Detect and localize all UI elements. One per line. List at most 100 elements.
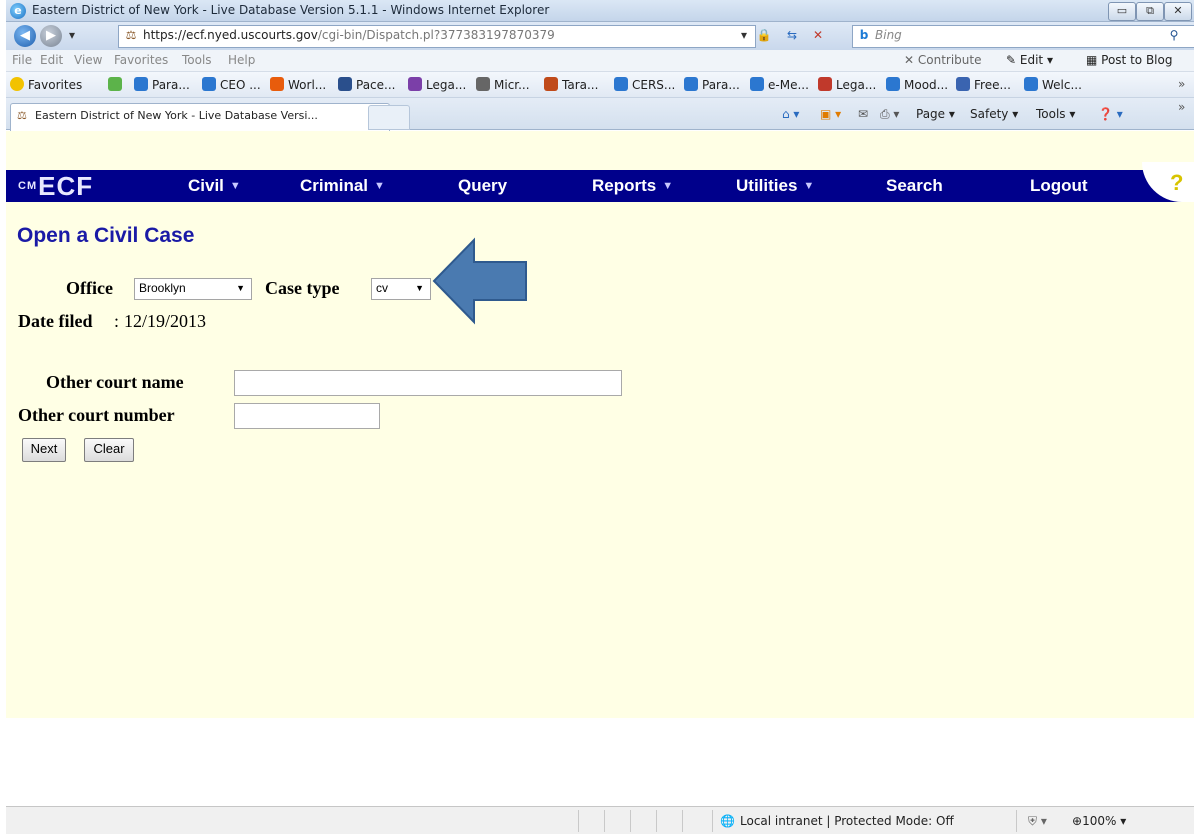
back-button[interactable]: ◀ bbox=[14, 25, 36, 47]
ie-page-icon bbox=[684, 77, 698, 91]
minimize-button[interactable]: ▭ bbox=[1108, 2, 1136, 21]
menu-tools[interactable]: Tools bbox=[182, 53, 212, 67]
security-zone-text[interactable]: Local intranet | Protected Mode: Off bbox=[740, 814, 954, 828]
forward-button[interactable]: ▶ bbox=[40, 25, 62, 47]
ie-page-icon bbox=[134, 77, 148, 91]
tab-bar: ⚖ Eastern District of New York - Live Da… bbox=[6, 98, 1194, 131]
site-icon bbox=[818, 77, 832, 91]
favorite-link-13[interactable]: Free... bbox=[956, 77, 1011, 92]
feeds-icon[interactable]: ▣ ▾ bbox=[820, 107, 841, 121]
add-to-favorites-icon bbox=[108, 77, 122, 91]
stop-icon[interactable]: ✕ bbox=[810, 27, 826, 43]
chevron-down-icon: ▼ bbox=[374, 180, 385, 192]
favorite-link-7[interactable]: Tara... bbox=[544, 77, 598, 92]
chevron-down-icon: ▼ bbox=[415, 283, 424, 293]
other-court-name-input[interactable] bbox=[234, 370, 622, 396]
recent-pages-dropdown-icon[interactable]: ▾ bbox=[64, 27, 80, 43]
new-tab-button[interactable] bbox=[368, 105, 410, 130]
nav-civil[interactable]: Civil ▼ bbox=[188, 170, 241, 202]
zoom-control[interactable]: ⊕100% ▾ bbox=[1072, 814, 1126, 828]
status-divider bbox=[578, 810, 579, 832]
help-question-icon: ? bbox=[1170, 170, 1184, 195]
clear-button[interactable]: Clear bbox=[84, 438, 134, 462]
safety-menu[interactable]: Safety ▾ bbox=[970, 107, 1018, 121]
favorites-overflow-icon[interactable]: » bbox=[1178, 77, 1185, 91]
menu-file[interactable]: File bbox=[12, 53, 32, 67]
ie-page-icon bbox=[886, 77, 900, 91]
favorite-link-2[interactable]: CEO ... bbox=[202, 77, 261, 92]
favorite-link-11[interactable]: Lega... bbox=[818, 77, 876, 92]
add-favorite-button[interactable] bbox=[108, 77, 126, 92]
search-icon[interactable]: ⚲ bbox=[1166, 27, 1182, 43]
security-lock-icon[interactable]: 🔒 bbox=[756, 27, 772, 43]
nav-logout[interactable]: Logout bbox=[1030, 170, 1088, 202]
address-field[interactable]: https://ecf.nyed.uscourts.gov/cgi-bin/Di… bbox=[118, 25, 756, 48]
print-icon[interactable]: ⎙ ▾ bbox=[880, 107, 899, 122]
help-icon[interactable]: ❓ ▾ bbox=[1098, 107, 1123, 121]
site-favicon-icon: ⚖ bbox=[17, 109, 27, 122]
toolbar-overflow-icon[interactable]: » bbox=[1178, 100, 1185, 114]
status-divider bbox=[630, 810, 631, 832]
status-divider bbox=[656, 810, 657, 832]
favorite-link-4[interactable]: Pace... bbox=[338, 77, 395, 92]
office-select[interactable]: Brooklyn ▼ bbox=[134, 278, 252, 300]
search-input[interactable]: Bing bbox=[852, 25, 1194, 48]
favorite-link-9[interactable]: Para... bbox=[684, 77, 740, 92]
window-title-bar: e Eastern District of New York - Live Da… bbox=[6, 0, 1194, 22]
tab-active[interactable]: ⚖ Eastern District of New York - Live Da… bbox=[10, 103, 390, 131]
menu-edit[interactable]: Edit bbox=[40, 53, 63, 67]
page-menu[interactable]: Page ▾ bbox=[916, 107, 955, 121]
status-divider bbox=[604, 810, 605, 832]
contribute-button[interactable]: ✕ Contribute bbox=[904, 53, 981, 67]
bing-icon: b bbox=[859, 28, 869, 42]
edit-button[interactable]: ✎ Edit ▾ bbox=[1006, 53, 1053, 67]
tools-menu[interactable]: Tools ▾ bbox=[1036, 107, 1075, 121]
date-filed-colon: : bbox=[114, 311, 120, 331]
home-icon[interactable]: ⌂ ▾ bbox=[782, 107, 799, 121]
page-content: Open a Civil Case Office Brooklyn ▼ Case… bbox=[6, 202, 1194, 718]
protected-mode-icon[interactable]: ⛨ ▾ bbox=[1028, 814, 1047, 829]
favorite-link-6[interactable]: Micr... bbox=[476, 77, 530, 92]
menu-view[interactable]: View bbox=[74, 53, 102, 67]
nav-search[interactable]: Search bbox=[886, 170, 943, 202]
menu-favorites[interactable]: Favorites bbox=[114, 53, 168, 67]
chevron-down-icon: ▼ bbox=[236, 283, 245, 293]
favorite-link-12[interactable]: Mood... bbox=[886, 77, 948, 92]
other-court-number-input[interactable] bbox=[234, 403, 380, 429]
post-to-blog-button[interactable]: ▦ Post to Blog bbox=[1086, 53, 1172, 67]
other-court-name-label: Other court name bbox=[46, 372, 184, 392]
nav-query[interactable]: Query bbox=[458, 170, 507, 202]
page-top-spacer bbox=[6, 131, 1194, 170]
ecf-logo[interactable]: CMECF bbox=[18, 170, 93, 202]
address-dropdown-icon[interactable]: ▾ bbox=[736, 27, 752, 43]
favorite-link-5[interactable]: Lega... bbox=[408, 77, 466, 92]
site-icon bbox=[476, 77, 490, 91]
help-badge[interactable]: ? bbox=[1142, 162, 1194, 202]
status-divider bbox=[1016, 810, 1017, 832]
case-type-label: Case type bbox=[265, 278, 340, 298]
favorite-link-3[interactable]: Worl... bbox=[270, 77, 326, 92]
close-window-button[interactable]: ✕ bbox=[1164, 2, 1192, 21]
menu-help[interactable]: Help bbox=[228, 53, 255, 67]
nav-utilities[interactable]: Utilities ▼ bbox=[736, 170, 814, 202]
nav-reports[interactable]: Reports ▼ bbox=[592, 170, 673, 202]
ie-page-icon bbox=[750, 77, 764, 91]
favorite-link-8[interactable]: CERS... bbox=[614, 77, 675, 92]
date-filed-value: 12/19/2013 bbox=[124, 311, 207, 331]
favorite-link-10[interactable]: e-Me... bbox=[750, 77, 809, 92]
address-toolbar: ◀ ▶ ▾ https://ecf.nyed.uscourts.gov/cgi-… bbox=[6, 22, 1194, 50]
ie-page-icon bbox=[1024, 77, 1038, 91]
refresh-icon[interactable]: ⇆ bbox=[784, 27, 800, 43]
site-icon bbox=[338, 77, 352, 91]
status-divider bbox=[682, 810, 683, 832]
favorites-button[interactable]: Favorites bbox=[10, 77, 82, 92]
read-mail-icon[interactable]: ✉ bbox=[858, 107, 868, 121]
case-type-select[interactable]: cv ▼ bbox=[371, 278, 431, 300]
other-court-number-label: Other court number bbox=[18, 405, 175, 425]
favorite-link-1[interactable]: Para... bbox=[134, 77, 190, 92]
favorite-link-14[interactable]: Welc... bbox=[1024, 77, 1082, 92]
next-button[interactable]: Next bbox=[22, 438, 66, 462]
maximize-button[interactable]: ⧉ bbox=[1136, 2, 1164, 21]
nav-criminal[interactable]: Criminal ▼ bbox=[300, 170, 385, 202]
date-filed-label: Date filed bbox=[18, 311, 93, 331]
